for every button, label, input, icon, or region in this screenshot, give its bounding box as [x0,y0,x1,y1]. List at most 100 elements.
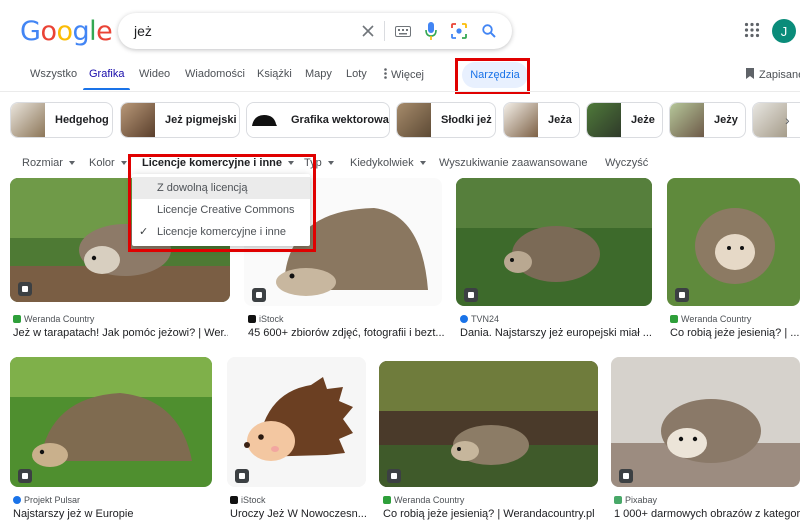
source-label: Weranda Country [394,495,465,505]
caret-down-icon [120,161,127,166]
filter-color[interactable]: Kolor [89,157,127,169]
source-label: Projekt Pulsar [24,495,81,505]
chip-label: Jeży [714,114,738,126]
google-logo[interactable]: Google [20,16,113,47]
tab-books[interactable]: Książki [257,68,292,80]
header-divider [0,91,800,92]
tab-maps[interactable]: Mapy [305,68,332,80]
result-source-1[interactable]: Weranda Country [13,314,94,324]
result-source-2[interactable]: iStock [248,314,284,324]
filter-color-label: Kolor [89,157,115,169]
tab-news[interactable]: Wiadomości [185,68,245,80]
result-caption-1[interactable]: Jeż w tarapatach! Jak pomóc jeżowi? | We… [13,327,228,339]
saved-link[interactable]: Zapisane [746,68,800,82]
filter-time-label: Kiedykolwiek [350,157,414,169]
result-source-8[interactable]: Pixabay [614,495,657,505]
result-image-5[interactable] [10,357,212,487]
result-source-7[interactable]: Weranda Country [383,495,464,505]
result-image-3[interactable] [456,178,652,306]
search-input[interactable]: jeż [134,23,152,39]
chip-label: Jeż pigmejski [165,114,237,126]
favicon-icon [383,496,391,504]
chip-partial[interactable] [752,102,800,138]
keyboard-icon[interactable] [393,21,413,41]
result-source-5[interactable]: Projekt Pulsar [13,495,80,505]
chip-thumbnail [121,103,155,137]
tab-more[interactable]: Więcej [384,68,424,82]
source-label: Pixabay [625,495,658,505]
source-label: TVN24 [471,314,500,324]
search-tabs: Wszystko Grafika Wideo Wiadomości Książk… [0,66,800,92]
image-badge-icon [619,469,633,483]
image-badge-icon [464,288,478,302]
image-badge-icon [387,469,401,483]
result-source-3[interactable]: TVN24 [460,314,499,324]
result-image-4[interactable] [667,178,800,306]
caret-down-icon [419,161,426,166]
chip-thumbnail [587,103,621,137]
chip-thumbnail [670,103,704,137]
result-caption-2[interactable]: 45 600+ zbiorów zdjęć, fotografii i bezt… [248,327,444,339]
tab-videos[interactable]: Wideo [139,68,170,80]
apps-grid-icon[interactable] [744,22,760,43]
caret-down-icon [327,161,334,166]
result-caption-5[interactable]: Najstarszy jeż w Europie [13,508,213,520]
favicon-icon [460,315,468,323]
chip-thumbnail [504,103,538,137]
result-source-4[interactable]: Weranda Country [670,314,751,324]
search-box[interactable]: jeż [118,13,512,49]
chip-thumbnail [753,103,787,137]
favicon-icon [614,496,622,504]
result-image-7[interactable] [379,361,598,487]
caret-down-icon [68,161,75,166]
filter-size[interactable]: Rozmiar [22,157,75,169]
search-icon[interactable] [479,21,499,41]
source-label: iStock [259,314,284,324]
tab-flights[interactable]: Loty [346,68,367,80]
image-badge-icon [18,282,32,296]
result-caption-6[interactable]: Uroczy Jeż W Nowoczesn... [230,508,368,520]
result-caption-4[interactable]: Co robią jeże jesienią? | ... [670,327,800,339]
chip-thumbnail [397,103,431,137]
advanced-search-link[interactable]: Wyszukiwanie zaawansowane [439,157,587,169]
image-badge-icon [235,469,249,483]
image-badge-icon [675,288,689,302]
result-source-6[interactable]: iStock [230,495,266,505]
bookmark-icon [746,68,754,82]
result-caption-3[interactable]: Dania. Najstarszy jeż europejski miał ..… [460,327,654,339]
result-image-6[interactable] [227,357,366,487]
tab-all[interactable]: Wszystko [30,68,77,80]
chip-jeza[interactable]: Jeża [503,102,580,138]
chip-label: Jeże [631,114,655,126]
chevron-right-icon[interactable]: › [785,112,790,128]
chip-pygmy-hedgehog[interactable]: Jeż pigmejski [120,102,240,138]
clear-filters-link[interactable]: Wyczyść [605,157,648,169]
chip-cute-hedgehog[interactable]: Słodki jeż [396,102,496,138]
tools-highlight-box [455,58,530,94]
divider [384,21,385,41]
result-caption-8[interactable]: 1 000+ darmowych obrazów z kategori... [614,508,800,520]
chip-jeze[interactable]: Jeże [586,102,663,138]
account-avatar[interactable]: J [772,19,796,43]
more-vert-icon [384,68,387,82]
filter-size-label: Rozmiar [22,157,63,169]
favicon-icon [13,496,21,504]
saved-label: Zapisane [759,68,800,81]
chip-hedgehog[interactable]: Hedgehog [10,102,113,138]
chip-jezy[interactable]: Jeży [669,102,746,138]
microphone-icon[interactable] [421,21,441,41]
result-caption-7[interactable]: Co robią jeże jesienią? | Werandacountry… [383,508,601,520]
chip-thumbnail [11,103,45,137]
filter-time[interactable]: Kiedykolwiek [350,157,426,169]
chip-label: Jeża [548,114,572,126]
camera-lens-icon[interactable] [449,21,469,41]
image-badge-icon [252,288,266,302]
chip-vector-graphics[interactable]: Grafika wektorowa [246,102,390,138]
favicon-icon [248,315,256,323]
tab-more-label: Więcej [391,68,425,81]
tab-images[interactable]: Grafika [89,68,124,80]
chip-label: Hedgehog [55,114,109,126]
clear-icon[interactable] [358,21,378,41]
result-image-8[interactable] [611,357,800,487]
source-label: Weranda Country [24,314,95,324]
